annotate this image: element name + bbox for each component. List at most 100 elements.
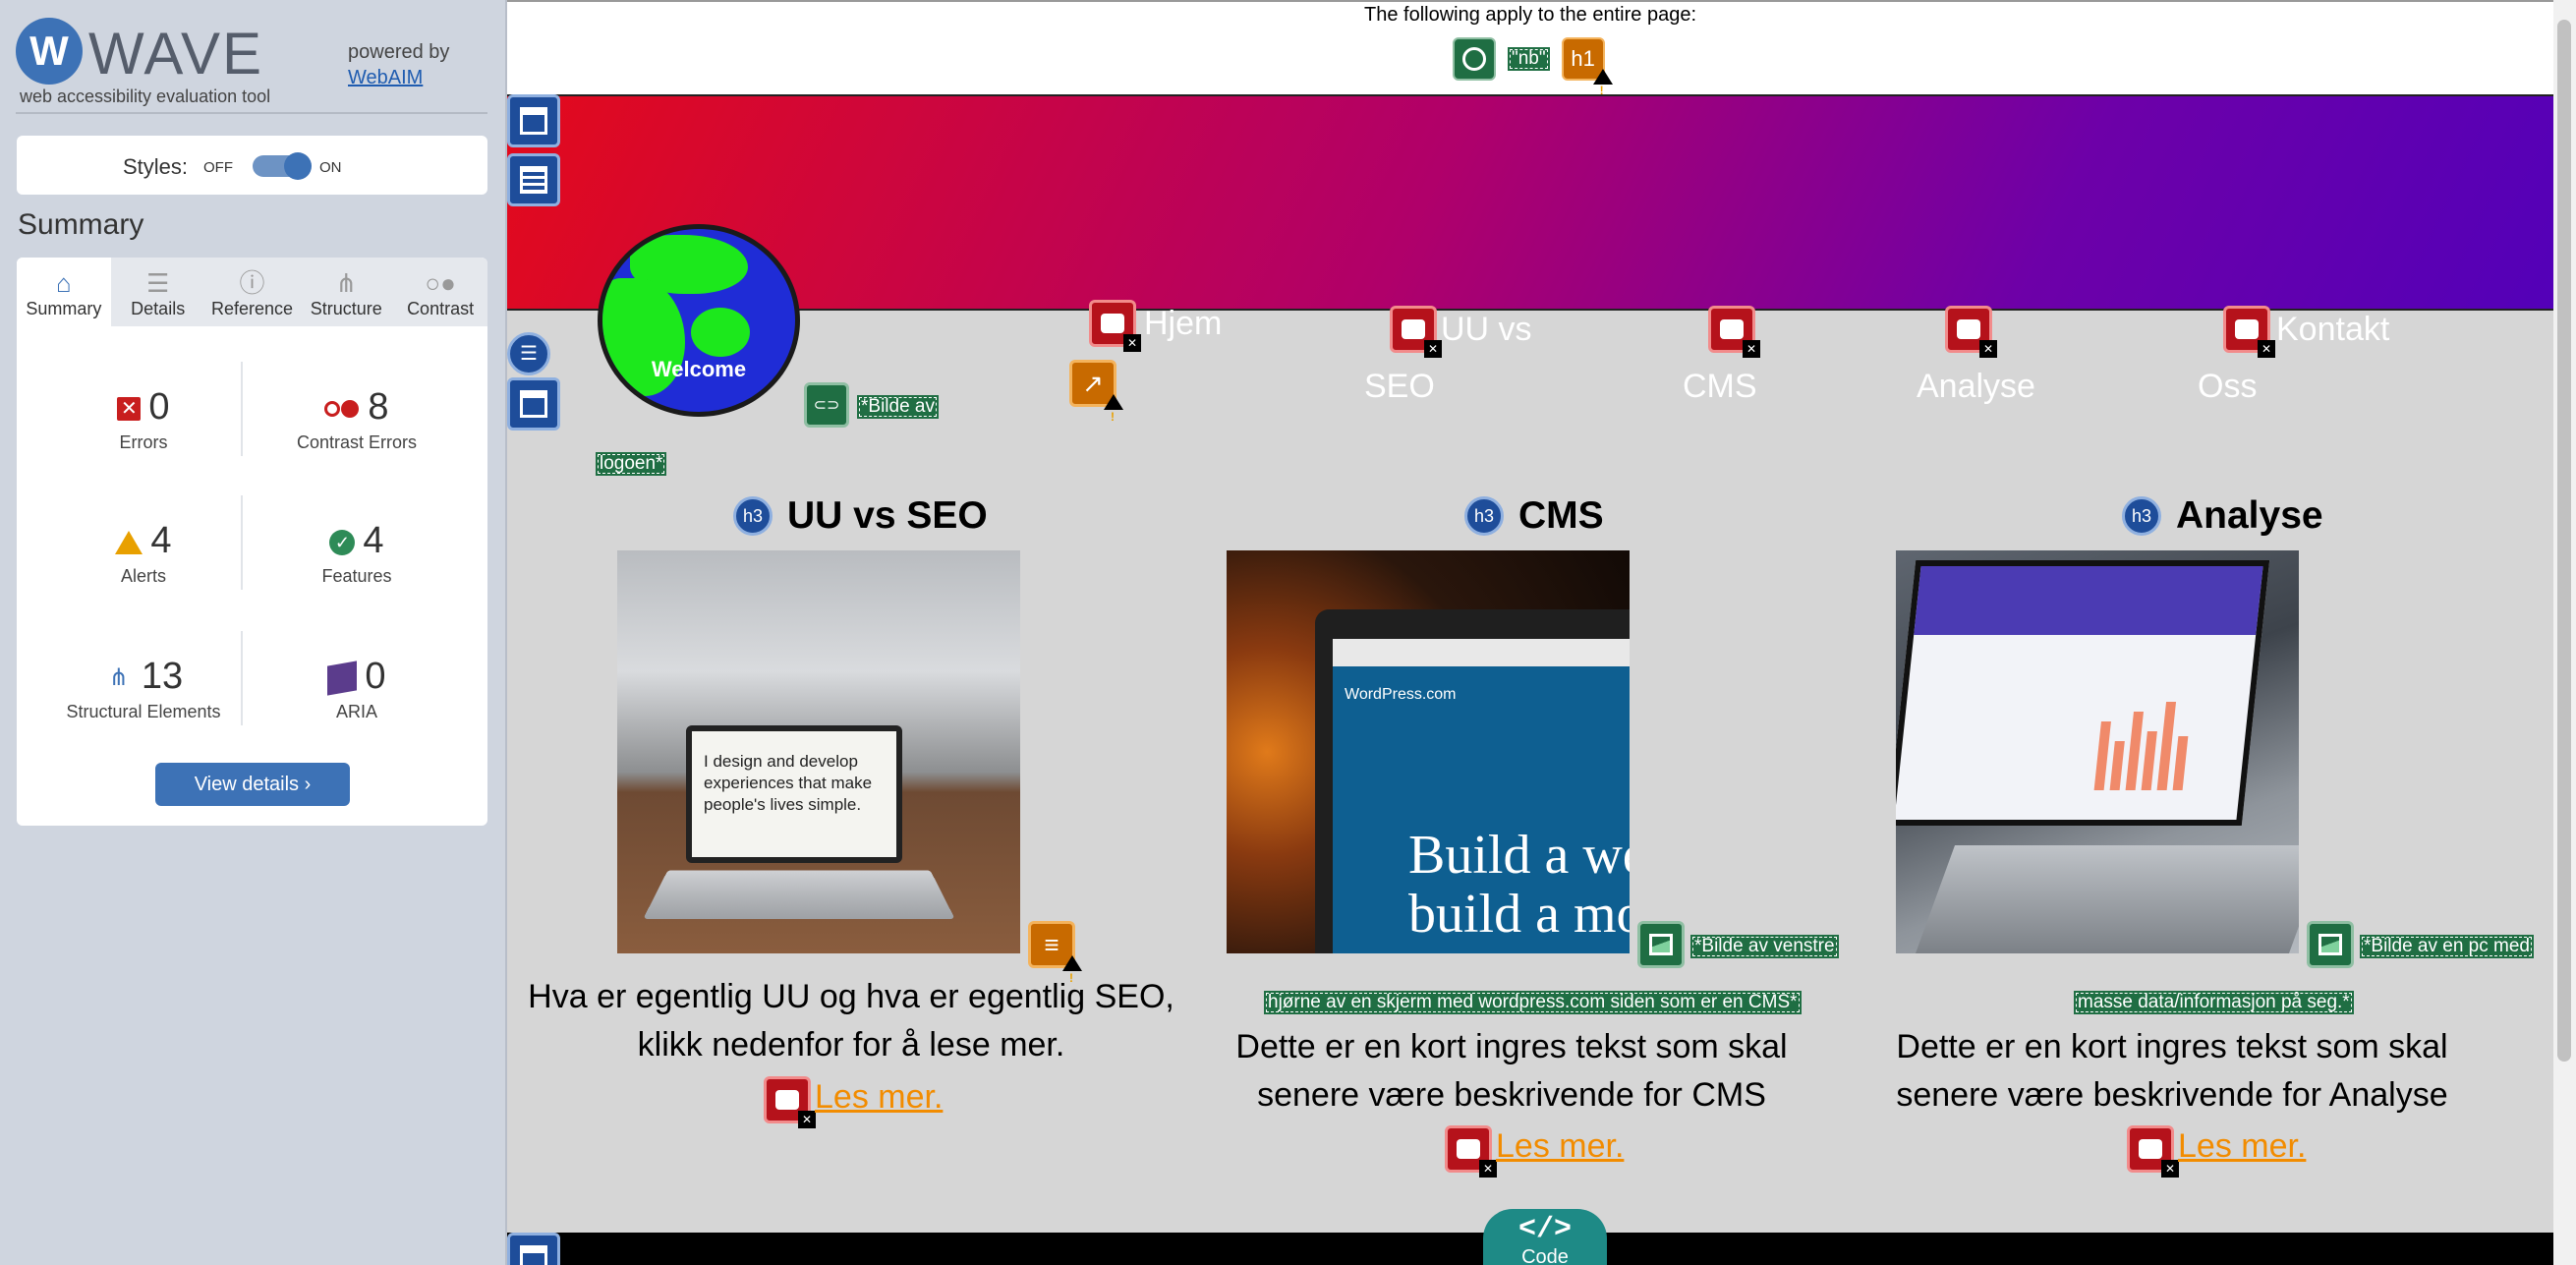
contrast-error-icon[interactable] xyxy=(1445,1125,1497,1178)
card-text-line: Dette er en kort ingres tekst som skal xyxy=(1235,1028,1788,1065)
aria-label: ARIA xyxy=(335,702,377,721)
missing-h1-alert-icon[interactable]: h1 xyxy=(1561,37,1613,110)
wave-sidebar: WAVE web accessibility evaluation tool p… xyxy=(0,0,507,1265)
cms-alt-text-2: hjørne av en skjerm med wordpress.com si… xyxy=(1264,991,1802,1014)
navigation-region-icon[interactable] xyxy=(507,153,560,206)
h3-heading-icon[interactable]: h3 xyxy=(733,496,773,536)
chart-bar xyxy=(2109,741,2125,790)
contrast-error-icon[interactable] xyxy=(764,1076,816,1128)
card-text-line: Dette er en kort ingres tekst som skal xyxy=(1896,1028,2448,1065)
redundant-link-alert-icon[interactable]: ↗ xyxy=(1069,360,1123,437)
nav-link-oss[interactable]: Oss xyxy=(2198,368,2257,406)
nav-link-cms[interactable]: CMS xyxy=(1683,368,1757,406)
summary-heading: Summary xyxy=(18,208,144,241)
stat-errors[interactable]: ✕ 0 Errors xyxy=(45,385,242,453)
error-icon: ✕ xyxy=(117,396,142,421)
nav-link-hjem[interactable]: Hjem xyxy=(1144,305,1222,343)
laptop-base xyxy=(643,870,955,919)
tab-contrast-label: Contrast xyxy=(407,299,475,318)
powered-by: powered by WebAIM xyxy=(348,39,449,90)
screen-line: I design and develop xyxy=(704,752,858,771)
globe-land xyxy=(691,308,750,357)
stat-alerts[interactable]: 4 Alerts xyxy=(45,519,242,587)
tab-structure-label: Structure xyxy=(310,299,382,318)
les-mer-link[interactable]: Les mer. xyxy=(1496,1127,1624,1166)
tab-summary[interactable]: ⌂ Summary xyxy=(17,258,111,326)
alerts-label: Alerts xyxy=(120,566,166,586)
card-title-uu-vs-seo: UU vs SEO xyxy=(787,494,988,537)
language-globe-icon[interactable] xyxy=(1453,37,1496,81)
warning-badge-icon xyxy=(1592,69,1613,110)
structural-label: Structural Elements xyxy=(66,702,221,721)
divider xyxy=(241,495,243,590)
main-region-icon[interactable] xyxy=(507,377,560,431)
tab-summary-label: Summary xyxy=(26,299,102,318)
tab-details-label: Details xyxy=(131,299,186,318)
unordered-list-icon[interactable] xyxy=(507,332,550,375)
site-logo-globe[interactable]: Welcome xyxy=(598,224,800,417)
h3-heading-icon[interactable]: h3 xyxy=(2122,496,2161,536)
h3-heading-icon[interactable]: h3 xyxy=(1464,496,1504,536)
view-details-button[interactable]: View details › xyxy=(155,763,350,806)
stat-contrast-errors[interactable]: 8 Contrast Errors xyxy=(258,385,455,453)
header-banner xyxy=(507,94,2553,311)
code-icon: </> xyxy=(1517,1213,1572,1246)
stat-structural[interactable]: ⋔ 13 Structural Elements xyxy=(45,655,242,722)
card-text-analyse: Dette er en kort ingres tekst som skal s… xyxy=(1828,1023,2516,1120)
aria-cube-icon xyxy=(327,661,358,696)
globe-welcome-text: Welcome xyxy=(651,357,747,381)
contrast-error-icon[interactable] xyxy=(1945,306,1997,358)
contrast-error-icon[interactable] xyxy=(2127,1125,2179,1178)
tab-structure[interactable]: ⋔ Structure xyxy=(299,258,393,326)
contrast-error-icon[interactable] xyxy=(1390,306,1442,358)
wave-logo-icon[interactable] xyxy=(16,18,83,85)
nav-link-kontakt[interactable]: Kontakt xyxy=(2276,311,2389,349)
stat-aria[interactable]: 0 ARIA xyxy=(258,655,455,722)
summary-panel: ⌂ Summary ☰ Details ⓘ Reference ⋔ Struct… xyxy=(17,258,487,826)
scrollbar-thumb[interactable] xyxy=(2557,20,2571,1062)
chart-bar xyxy=(2093,721,2111,790)
card-image-laptop: I design and develop experiences that ma… xyxy=(617,550,1020,953)
card-text-line: klikk nedenfor for å lese mer. xyxy=(637,1026,1065,1064)
tab-reference[interactable]: ⓘ Reference xyxy=(205,258,300,326)
nav-link-seo[interactable]: SEO xyxy=(1364,368,1435,406)
contrast-error-icon[interactable] xyxy=(1089,300,1141,352)
linked-image-icon[interactable] xyxy=(804,382,849,428)
home-icon: ⌂ xyxy=(56,268,72,298)
list-icon: ☰ xyxy=(146,268,170,298)
wave-tagline: web accessibility evaluation tool xyxy=(20,86,271,106)
nav-link-uu-vs[interactable]: UU vs xyxy=(1441,311,1532,349)
page-wide-icons-bar: The following apply to the entire page: … xyxy=(507,0,2553,110)
les-mer-link[interactable]: Les mer. xyxy=(815,1078,943,1117)
cms-alt-text-1: *Bilde av venstre xyxy=(1690,935,1839,958)
card-title-analyse: Analyse xyxy=(2176,494,2323,537)
card-image-wordpress: WordPress.com Build a webs build a move xyxy=(1227,550,1630,953)
contrast-error-icon[interactable] xyxy=(1708,306,1760,358)
page-scrollbar[interactable] xyxy=(2553,0,2576,1265)
code-toggle-tab[interactable]: </> Code xyxy=(1483,1209,1607,1265)
nav-link-analyse[interactable]: Analyse xyxy=(1917,368,2035,406)
contrast-error-icon[interactable] xyxy=(2223,306,2275,358)
les-mer-link[interactable]: Les mer. xyxy=(2178,1127,2306,1166)
headline-line: Build a webs xyxy=(1408,825,1630,886)
styles-toggle-switch[interactable] xyxy=(253,152,312,180)
laptop-screen-text: I design and develop experiences that ma… xyxy=(704,751,872,816)
tab-details[interactable]: ☰ Details xyxy=(111,258,205,326)
footer-region-icon[interactable] xyxy=(507,1233,560,1265)
tab-contrast[interactable]: ○● Contrast xyxy=(393,258,487,326)
header-region-icon[interactable] xyxy=(507,94,560,147)
card-text-line: Hva er egentlig UU og hva er egentlig SE… xyxy=(528,978,1174,1015)
long-alt-alert-icon[interactable]: ≡ xyxy=(1028,921,1082,999)
styles-off-label: OFF xyxy=(203,159,233,176)
code-label: Code xyxy=(1521,1246,1569,1265)
wave-logo-text[interactable]: WAVE xyxy=(88,20,263,87)
image-alt-icon[interactable] xyxy=(2307,921,2354,968)
image-alt-icon[interactable] xyxy=(1637,921,1685,968)
analyse-alt-text-1: *Bilde av en pc med xyxy=(2360,935,2534,958)
errors-label: Errors xyxy=(119,432,168,452)
screen-line: people's lives simple. xyxy=(704,795,862,814)
webaim-link[interactable]: WebAIM xyxy=(348,65,449,90)
stat-features[interactable]: ✓ 4 Features xyxy=(258,519,455,587)
aria-count: 0 xyxy=(365,656,386,697)
card-image-analytics xyxy=(1896,550,2299,953)
